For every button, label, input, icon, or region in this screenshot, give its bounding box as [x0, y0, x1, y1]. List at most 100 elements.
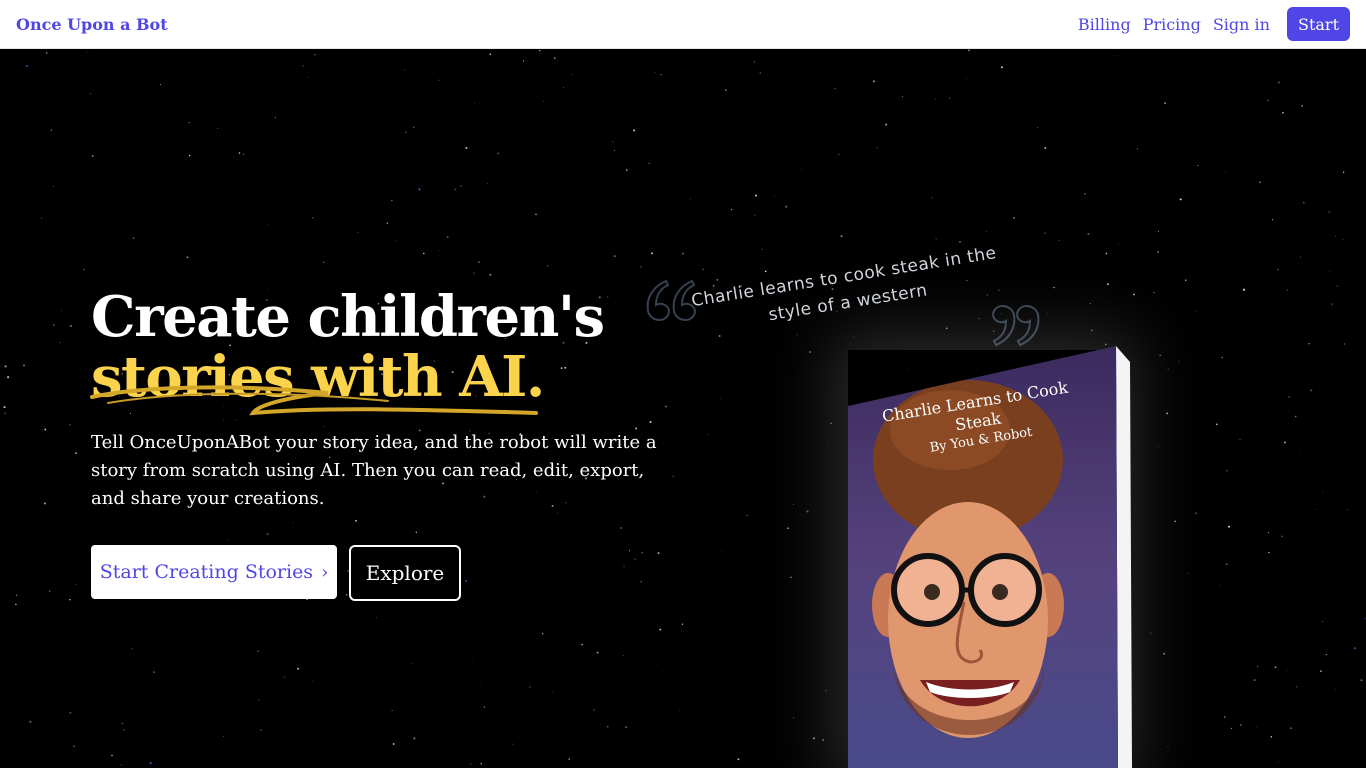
- star: [478, 261, 480, 263]
- star: [52, 186, 54, 187]
- star: [1185, 279, 1187, 281]
- star: [1268, 551, 1270, 554]
- nav-link-billing[interactable]: Billing: [1078, 15, 1131, 34]
- star: [1282, 111, 1284, 114]
- star: [345, 594, 348, 596]
- star: [87, 52, 89, 54]
- star: [257, 650, 259, 652]
- star: [640, 266, 642, 268]
- top-navbar: Once Upon a Bot Billing Pricing Sign in …: [0, 0, 1366, 49]
- star: [902, 96, 903, 97]
- star: [23, 364, 25, 367]
- star: [818, 216, 820, 218]
- start-button[interactable]: Start: [1286, 7, 1350, 41]
- star: [542, 100, 545, 103]
- star: [391, 710, 393, 712]
- star: [1328, 210, 1331, 213]
- star: [978, 318, 980, 320]
- star: [946, 327, 948, 330]
- star: [1157, 251, 1159, 253]
- star: [69, 711, 72, 714]
- nav-link-pricing[interactable]: Pricing: [1143, 15, 1201, 34]
- nav-link-sign-in[interactable]: Sign in: [1213, 15, 1270, 34]
- star: [1166, 412, 1169, 415]
- star: [822, 738, 825, 741]
- star: [1217, 675, 1219, 677]
- star: [614, 149, 616, 151]
- brand-logo[interactable]: Once Upon a Bot: [16, 15, 168, 34]
- star: [1286, 289, 1289, 291]
- star: [622, 655, 624, 657]
- star: [1231, 727, 1233, 730]
- star: [48, 590, 51, 593]
- star: [292, 522, 294, 524]
- star: [258, 699, 260, 701]
- star: [1360, 679, 1363, 682]
- star: [838, 153, 840, 155]
- star: [1324, 212, 1326, 213]
- star: [1301, 105, 1303, 107]
- star: [1239, 439, 1241, 441]
- star: [1315, 509, 1317, 510]
- star: [612, 141, 614, 143]
- star: [121, 722, 124, 725]
- star: [438, 250, 440, 252]
- star: [1325, 653, 1327, 656]
- star: [227, 539, 229, 541]
- star: [535, 213, 537, 216]
- star: [188, 122, 190, 124]
- star: [1091, 329, 1093, 332]
- star: [69, 598, 71, 601]
- star: [405, 131, 407, 133]
- star: [1089, 303, 1091, 305]
- star: [689, 198, 691, 200]
- star: [1013, 216, 1016, 219]
- star: [470, 763, 472, 765]
- star: [651, 252, 653, 255]
- star: [593, 709, 595, 711]
- star: [3, 406, 6, 409]
- star: [1159, 354, 1162, 357]
- start-creating-stories-button[interactable]: Start Creating Stories ›: [91, 545, 337, 599]
- star: [809, 351, 811, 353]
- star: [274, 116, 276, 118]
- star: [1158, 446, 1159, 447]
- star: [357, 232, 359, 233]
- star: [512, 743, 514, 745]
- star: [1197, 165, 1199, 166]
- star: [267, 224, 270, 226]
- star: [260, 729, 262, 731]
- star: [649, 421, 652, 423]
- star: [640, 581, 642, 583]
- star: [302, 64, 304, 67]
- star: [7, 376, 10, 379]
- star: [1179, 198, 1182, 201]
- star: [790, 576, 792, 579]
- star: [1106, 283, 1109, 286]
- star: [1037, 127, 1039, 129]
- star: [415, 531, 417, 533]
- star: [483, 706, 486, 708]
- headline-line-1: Create children's: [91, 284, 605, 350]
- star: [75, 452, 77, 454]
- star: [297, 667, 300, 670]
- star: [959, 240, 961, 243]
- star: [840, 235, 843, 238]
- star: [69, 424, 71, 426]
- star: [160, 84, 161, 85]
- star: [725, 89, 727, 91]
- star: [623, 565, 626, 568]
- explore-button[interactable]: Explore: [349, 545, 461, 601]
- star: [423, 252, 425, 255]
- star: [986, 294, 989, 296]
- star: [1267, 99, 1269, 101]
- star: [672, 475, 674, 477]
- star: [222, 735, 224, 737]
- star: [312, 217, 314, 219]
- star: [1153, 291, 1155, 294]
- star: [885, 123, 888, 126]
- star: [759, 72, 761, 74]
- star: [1334, 235, 1337, 237]
- star: [1280, 535, 1283, 538]
- star: [1044, 146, 1047, 150]
